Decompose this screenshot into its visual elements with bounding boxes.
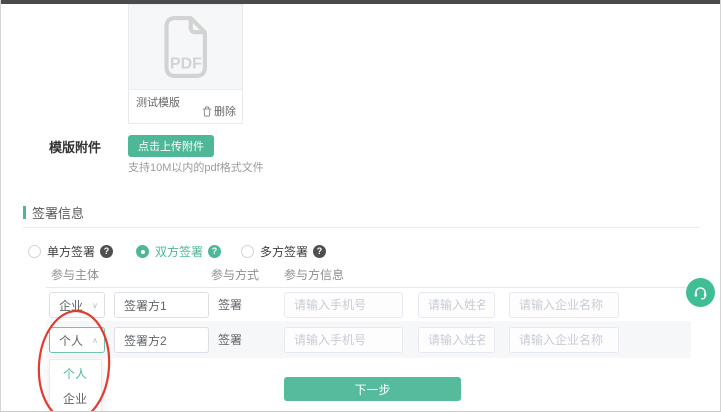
column-header-participation-mode: 参与方式 [211, 266, 259, 283]
column-header-participant-subject: 参与主体 [51, 266, 99, 283]
pdf-preview-area: PDF [129, 5, 242, 90]
upload-hint-text: 支持10M以内的pdf格式文件 [128, 159, 264, 175]
column-header-participant-info: 参与方信息 [284, 266, 344, 283]
radio-label: 多方签署 [260, 243, 308, 260]
name-input-row1[interactable] [418, 292, 495, 318]
company-input-row1[interactable] [509, 292, 619, 318]
subject-select-row1[interactable]: 企业 ∨ [49, 292, 105, 318]
delete-template-button[interactable]: 删除 [202, 103, 236, 119]
uploaded-template-card: PDF 测试模版 删除 [128, 4, 243, 124]
signer-name-input-row2[interactable] [114, 327, 209, 353]
company-input-row2[interactable] [509, 327, 619, 353]
table-header-divider [46, 287, 689, 288]
upload-attachment-button[interactable]: 点击上传附件 [128, 135, 214, 157]
subject-select-value: 个人 [59, 332, 83, 349]
radio-unchecked-icon [241, 245, 254, 258]
trash-icon [202, 106, 212, 117]
radio-multi-party-sign[interactable]: 多方签署 ? [241, 243, 326, 260]
phone-input-row2[interactable] [284, 327, 403, 353]
template-attachment-label: 模版附件 [49, 137, 101, 156]
radio-checked-icon [136, 245, 149, 258]
section-title-text: 签署信息 [32, 203, 84, 222]
radio-label: 单方签署 [47, 243, 95, 260]
customer-service-button[interactable] [686, 278, 715, 307]
dropdown-option-person[interactable]: 个人 [50, 362, 101, 387]
pdf-file-icon: PDF [160, 15, 212, 79]
dropdown-option-company[interactable]: 企业 [50, 387, 101, 412]
subject-dropdown-menu: 个人 企业 [49, 359, 102, 412]
help-icon[interactable]: ? [313, 245, 326, 258]
headset-icon [692, 284, 709, 301]
participation-mode-row1: 签署 [218, 292, 242, 318]
radio-unchecked-icon [28, 245, 41, 258]
top-border-bar [1, 0, 720, 4]
template-setup-page: PDF 测试模版 删除 模版附件 点击上传附件 支持10M以内的pdf格式文件 … [0, 0, 721, 412]
section-accent-bar [23, 206, 26, 219]
name-input-row2[interactable] [418, 327, 495, 353]
radio-two-party-sign[interactable]: 双方签署 ? [136, 243, 221, 260]
participation-mode-row2: 签署 [218, 327, 242, 353]
radio-single-party-sign[interactable]: 单方签署 ? [28, 243, 113, 260]
subject-select-row2[interactable]: 个人 ∧ [49, 327, 105, 353]
next-step-button[interactable]: 下一步 [284, 377, 461, 401]
help-icon[interactable]: ? [100, 245, 113, 258]
radio-label: 双方签署 [155, 243, 203, 260]
phone-input-row1[interactable] [284, 292, 403, 318]
chevron-up-icon: ∧ [92, 336, 98, 345]
sign-info-section-header: 签署信息 [23, 203, 84, 222]
chevron-down-icon: ∨ [92, 301, 98, 310]
help-icon[interactable]: ? [208, 245, 221, 258]
section-divider [23, 227, 700, 228]
subject-select-value: 企业 [59, 297, 83, 314]
signer-name-input-row1[interactable] [114, 292, 209, 318]
delete-label: 删除 [214, 103, 236, 119]
pdf-badge-text: PDF [170, 55, 202, 72]
